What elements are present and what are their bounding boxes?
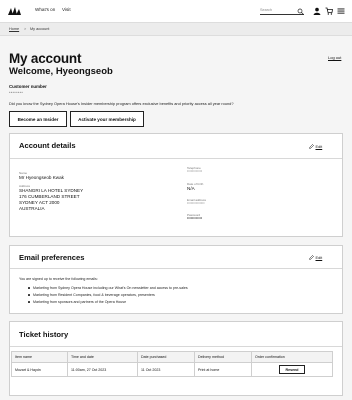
bullet-dot	[28, 294, 30, 296]
breadcrumb: Home > My account	[0, 22, 352, 36]
date-purchased-cell: 11 Oct 2023	[137, 362, 195, 377]
table-header-row: Item name Time and date Date purchased D…	[11, 351, 333, 363]
become-insider-label: Become an Insider	[17, 116, 59, 122]
bullet-dot	[28, 301, 30, 303]
opera-house-sails-icon[interactable]	[8, 7, 21, 15]
order-confirmation-cell: Resend	[251, 362, 333, 377]
address-line-1: SHANGRI LA HOTEL SYDNEY	[19, 188, 84, 193]
item-name-cell: Mozart & Haydn	[11, 362, 68, 377]
ticket-history-title: Ticket history	[19, 330, 69, 339]
breadcrumb-home[interactable]: Home	[9, 27, 19, 31]
account-details-card: Account details Edit Name Mr Hyeongseob …	[9, 133, 343, 237]
address-line-2: 176 CUMBERLAND STREET	[19, 194, 80, 199]
email-preferences-card: Email preferences Edit You are signed up…	[9, 245, 343, 314]
email-value: ••••••••••••••	[187, 201, 205, 205]
column-header: Time and date	[67, 351, 138, 363]
delivery-method-cell: Print at home	[194, 362, 252, 377]
search-icon[interactable]	[297, 8, 304, 15]
activate-membership-label: Activate your membership	[78, 116, 136, 122]
resend-button[interactable]: Resend	[278, 365, 306, 374]
email-preferences-title: Email preferences	[19, 253, 85, 262]
breadcrumb-current: My account	[30, 27, 50, 31]
search-placeholder: Search	[260, 8, 273, 12]
insider-intro-text: Did you know the Sydney Opera House's In…	[9, 101, 234, 106]
address-line-3: SYDNEY ACT 2000	[19, 200, 60, 205]
divider	[10, 346, 342, 347]
account-details-edit-button[interactable]: Edit	[309, 144, 322, 149]
edit-label: Edit	[315, 144, 323, 149]
pencil-icon	[309, 255, 314, 260]
email-preference-item: Marketing from Resident Companies, food …	[33, 292, 155, 297]
user-icon[interactable]	[313, 7, 321, 15]
telephone-value: ••••••••••••	[187, 169, 203, 173]
email-preferences-edit-button[interactable]: Edit	[309, 255, 322, 260]
nav-whats-on[interactable]: What's on	[35, 7, 55, 12]
page-title: My account	[9, 51, 82, 66]
welcome-heading: Welcome, Hyeongseob	[9, 66, 113, 77]
activate-membership-button[interactable]: Activate your membership	[70, 111, 144, 127]
column-header: Delivery method	[194, 351, 252, 363]
email-preference-item: Marketing from Sydney Opera House includ…	[33, 285, 188, 290]
divider	[10, 158, 342, 159]
date-of-birth-value: N/A	[187, 186, 195, 191]
pencil-icon	[309, 144, 314, 149]
top-navigation-bar: What's on Visit Search	[0, 0, 352, 22]
menu-icon[interactable]	[337, 7, 345, 15]
account-details-title: Account details	[19, 141, 76, 150]
column-header: Item name	[11, 351, 68, 363]
breadcrumb-separator: >	[24, 27, 27, 31]
email-preferences-intro: You are signed up to receive the followi…	[19, 277, 98, 281]
column-header: Date purchased	[137, 351, 195, 363]
become-insider-button[interactable]: Become an Insider	[9, 111, 67, 127]
table-row: Mozart & Haydn 11:00am, 27 Oct 2023 11 O…	[11, 362, 333, 377]
logout-link[interactable]: Log out	[328, 55, 341, 60]
bullet-dot	[28, 287, 30, 289]
name-value: Mr Hyeongseob Kwak	[19, 175, 64, 180]
cart-icon[interactable]	[325, 7, 333, 15]
email-preference-item: Marketing from sponsors and partners of …	[33, 299, 127, 304]
time-date-cell: 11:00am, 27 Oct 2023	[67, 362, 138, 377]
customer-number-value: ••••••••	[9, 90, 24, 95]
ticket-history-table: Item name Time and date Date purchased D…	[11, 351, 333, 377]
divider	[10, 268, 342, 269]
nav-visit[interactable]: Visit	[62, 7, 71, 12]
edit-label: Edit	[315, 255, 323, 260]
password-value: ••••••••••••	[187, 216, 203, 220]
address-line-4: AUSTRALIA	[19, 206, 45, 211]
column-header: Order confirmation	[251, 351, 333, 363]
customer-number-label: Customer number	[9, 84, 47, 89]
